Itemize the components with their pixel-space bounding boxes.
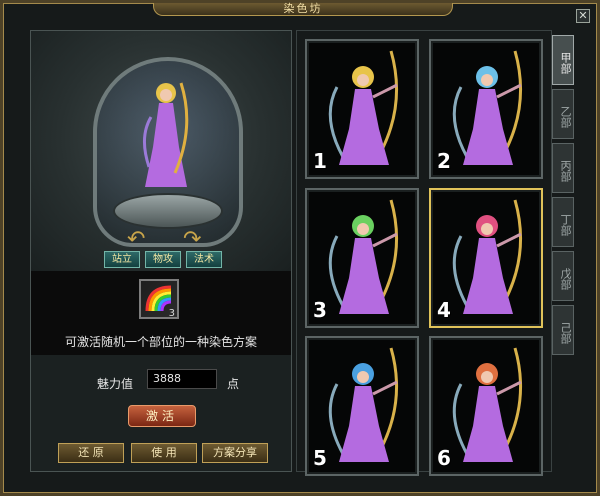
character-thumbnail [328,50,399,165]
scheme-slot-4[interactable]: 4 [429,188,543,328]
pose-magic-button[interactable]: 法术 [186,251,222,268]
character-thumbnail [328,347,399,462]
scheme-number: 3 [313,298,327,322]
pose-stand-button[interactable]: 站立 [104,251,140,268]
restore-button[interactable]: 还 原 [58,443,124,463]
charm-unit: 点 [227,377,240,391]
character-thumbnail [328,199,399,314]
tab-part-3[interactable]: 丙部 [552,143,574,193]
dye-item-box: 3 可激活随机一个部位的一种染色方案 [31,271,291,355]
scheme-slot-2[interactable]: 2 [429,39,543,179]
rotate-right-icon[interactable]: ↷ [183,227,201,252]
character-figure [143,82,189,187]
scheme-number: 2 [437,149,451,173]
scheme-slot-3[interactable]: 3 [305,188,419,328]
scheme-slot-6[interactable]: 6 [429,336,543,476]
character-thumbnail [452,347,523,462]
scheme-number: 4 [437,298,451,322]
scheme-slot-1[interactable]: 1 [305,39,419,179]
dye-shop-window: 染色坊 ✕ ↶ ↷ 站立 物攻 法术 3 可激活随机一个部位的一种染色方案 魅力… [0,0,600,496]
scheme-number: 1 [313,149,327,173]
tab-part-6[interactable]: 己部 [552,305,574,355]
character-preview: ↶ ↷ [31,31,291,271]
activate-button[interactable]: 激活 [128,405,196,427]
share-scheme-button[interactable]: 方案分享 [202,443,268,463]
use-button[interactable]: 使 用 [131,443,197,463]
rotate-left-icon[interactable]: ↶ [127,227,145,252]
tab-part-5[interactable]: 戊部 [552,251,574,301]
dye-scheme-grid: 1 2 3 4 5 6 [296,30,552,476]
pose-physical-attack-button[interactable]: 物攻 [145,251,181,268]
character-thumbnail [452,199,523,314]
scheme-number: 6 [437,446,451,470]
scheme-number: 5 [313,446,327,470]
charm-value-field: 3888 [147,369,217,389]
rainbow-dye-icon[interactable]: 3 [139,279,179,319]
tab-part-1[interactable]: 甲部 [552,35,574,85]
close-icon[interactable]: ✕ [576,9,590,23]
item-description: 可激活随机一个部位的一种染色方案 [64,335,257,349]
character-preview-panel: ↶ ↷ 站立 物攻 法术 3 可激活随机一个部位的一种染色方案 魅力值 3888 [30,30,292,472]
title-bar: 染色坊 [153,2,453,16]
tab-part-4[interactable]: 丁部 [552,197,574,247]
preview-pedestal [113,193,223,229]
window-title: 染色坊 [283,2,323,15]
tab-part-2[interactable]: 乙部 [552,89,574,139]
item-quantity: 3 [168,308,175,319]
scheme-slot-5[interactable]: 5 [305,336,419,476]
character-thumbnail [452,50,523,165]
charm-label: 魅力值 [97,377,134,391]
